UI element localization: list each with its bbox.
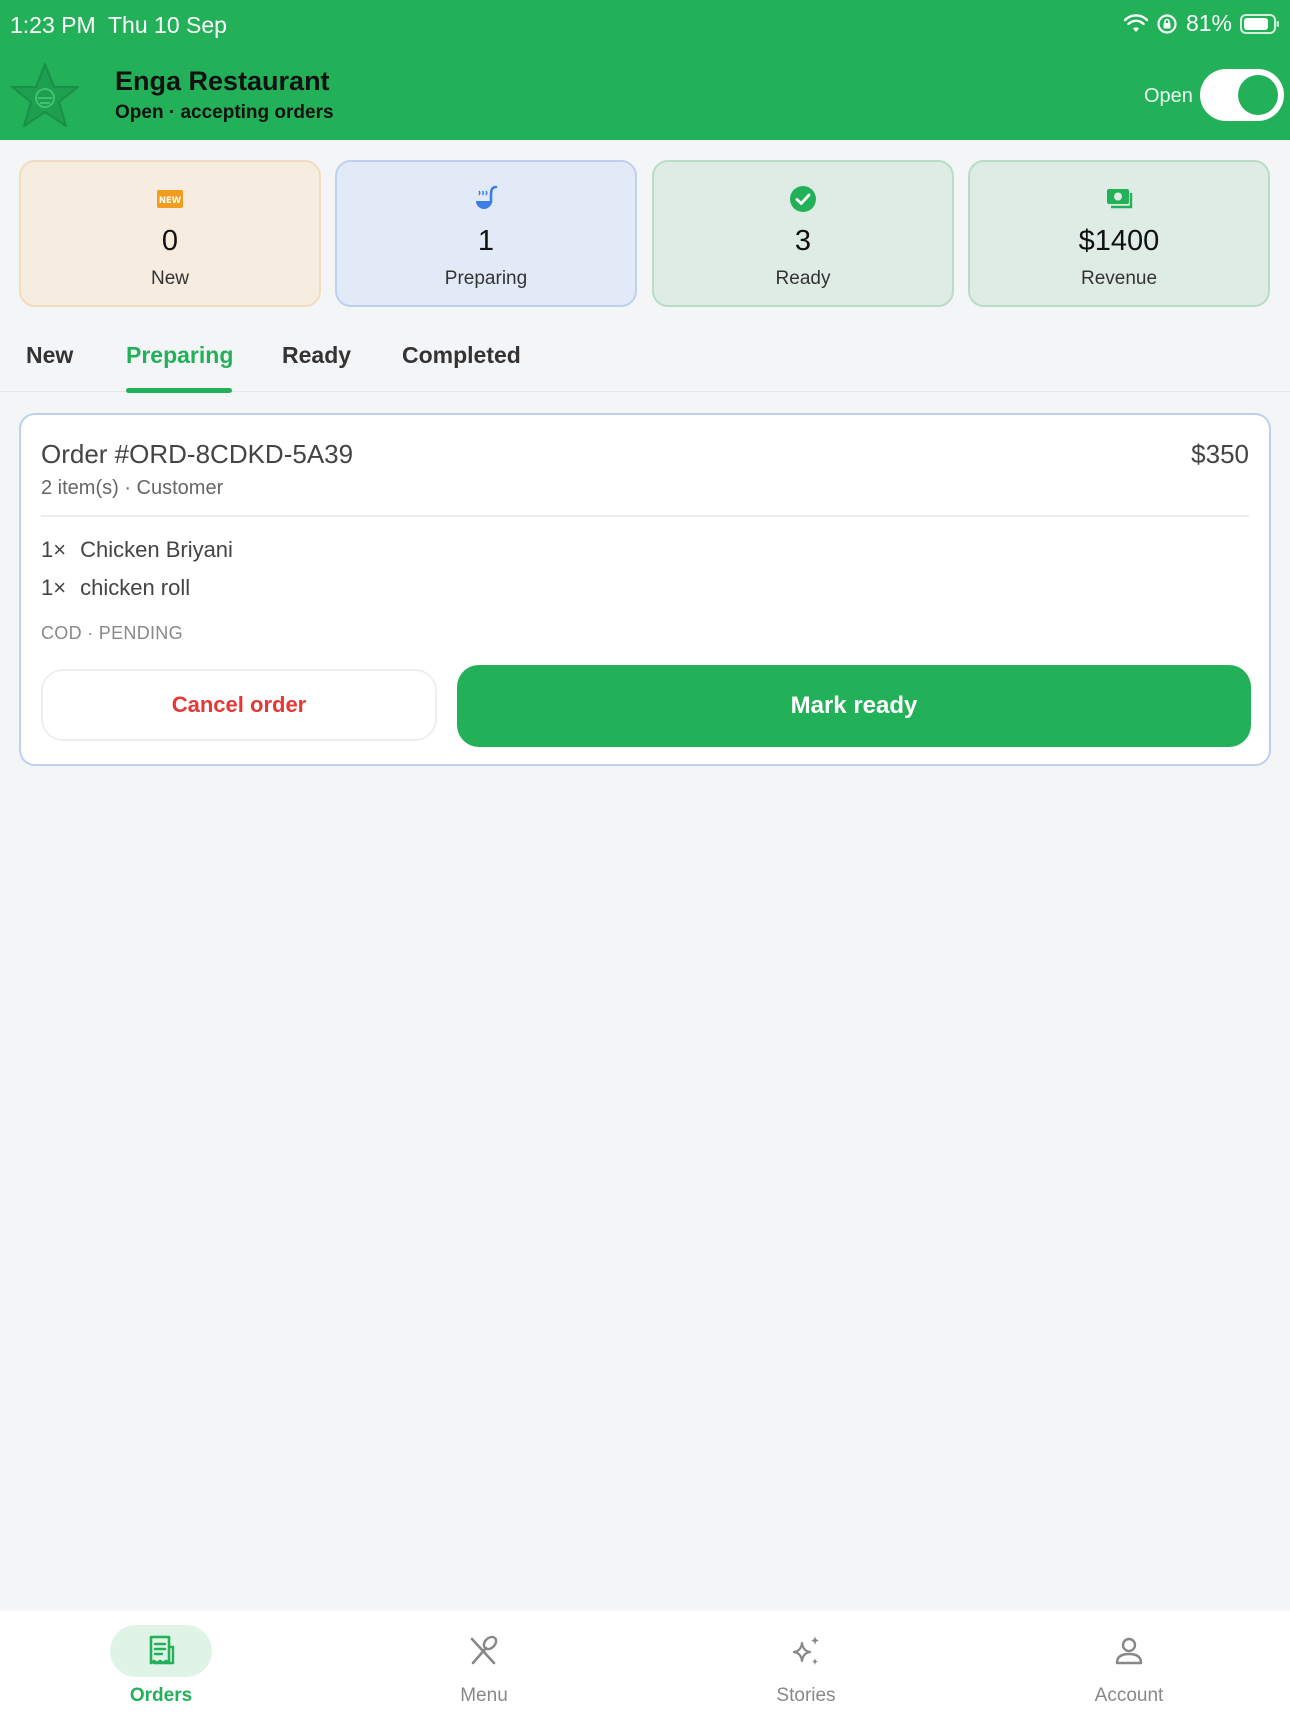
- order-card: Order #ORD-8CDKD-5A39 $350 2 item(s) · C…: [19, 413, 1271, 766]
- new-badge-icon: NEW: [157, 190, 183, 208]
- mark-ready-button[interactable]: Mark ready: [457, 665, 1251, 747]
- bottom-nav: Orders Menu Stories Account: [0, 1611, 1290, 1720]
- nav-stories[interactable]: Stories: [706, 1611, 906, 1720]
- tab-ready[interactable]: Ready: [282, 342, 351, 369]
- nav-label: Account: [1094, 1685, 1164, 1706]
- open-toggle[interactable]: [1200, 69, 1284, 121]
- divider: [41, 515, 1249, 517]
- order-summary: 2 item(s) · Customer: [41, 477, 224, 499]
- stat-card-revenue[interactable]: $1400 Revenue: [968, 160, 1270, 307]
- stat-value: 3: [794, 225, 812, 257]
- item-quantity: 1×: [41, 537, 67, 562]
- battery-icon: [1240, 13, 1279, 34]
- order-item: 1× Chicken Briyani: [41, 537, 233, 563]
- item-name: chicken roll: [80, 575, 191, 600]
- nav-orders[interactable]: Orders: [61, 1611, 261, 1720]
- stat-card-new[interactable]: NEW 0 New: [19, 160, 321, 307]
- restaurant-name: Enga Restaurant: [115, 66, 330, 96]
- stat-card-preparing[interactable]: 1 Preparing: [335, 160, 637, 307]
- nav-menu[interactable]: Menu: [384, 1611, 584, 1720]
- stat-label: New: [150, 268, 189, 289]
- sparkle-icon: [792, 1636, 819, 1665]
- stat-label: Preparing: [444, 268, 528, 289]
- active-tab-indicator: [126, 388, 232, 393]
- open-toggle-label: Open: [1144, 85, 1193, 107]
- stat-label: Ready: [775, 268, 831, 289]
- ladle-icon: [476, 185, 498, 209]
- restaurant-logo-icon: [11, 63, 79, 127]
- status-time: 1:23 PM: [10, 12, 96, 38]
- nav-account[interactable]: Account: [1029, 1611, 1229, 1720]
- stat-value: 1: [477, 225, 495, 257]
- receipt-icon: [149, 1635, 175, 1665]
- wifi-icon: [1123, 13, 1148, 32]
- nav-label: Orders: [129, 1685, 193, 1706]
- stat-value: 0: [161, 225, 179, 257]
- status-date: Thu 10 Sep: [108, 12, 227, 38]
- order-tabs: New Preparing Ready Completed: [0, 330, 1290, 393]
- item-quantity: 1×: [41, 575, 67, 600]
- restaurant-status-text: Open · accepting orders: [115, 102, 334, 123]
- order-title: Order #ORD-8CDKD-5A39: [41, 439, 354, 469]
- payment-status: COD · PENDING: [41, 623, 183, 643]
- rotation-lock-icon: [1157, 13, 1177, 34]
- item-name: Chicken Briyani: [80, 537, 233, 562]
- check-circle-icon: [790, 186, 816, 212]
- cancel-order-button[interactable]: Cancel order: [41, 669, 437, 741]
- person-icon: [1115, 1637, 1143, 1665]
- status-bar: 1:23 PM Thu 10 Sep 81%: [0, 0, 1290, 50]
- app-header: 1:23 PM Thu 10 Sep 81% Enga Restaurant O…: [0, 0, 1290, 140]
- money-icon: [1107, 189, 1133, 209]
- status-right: 81%: [1123, 10, 1280, 37]
- svg-text:NEW: NEW: [159, 196, 182, 206]
- tab-preparing[interactable]: Preparing: [126, 342, 233, 369]
- stat-value: $1400: [1078, 225, 1160, 257]
- nav-label: Stories: [776, 1685, 836, 1706]
- nav-label: Menu: [460, 1685, 508, 1706]
- stat-label: Revenue: [1080, 268, 1158, 289]
- stat-card-ready[interactable]: 3 Ready: [652, 160, 954, 307]
- tab-new[interactable]: New: [26, 342, 73, 369]
- utensils-icon: [470, 1635, 498, 1665]
- order-item: 1× chicken roll: [41, 575, 190, 601]
- toggle-knob: [1238, 75, 1278, 115]
- tab-completed[interactable]: Completed: [402, 342, 521, 369]
- battery-percent: 81%: [1185, 10, 1232, 36]
- order-price: $350: [1191, 439, 1249, 469]
